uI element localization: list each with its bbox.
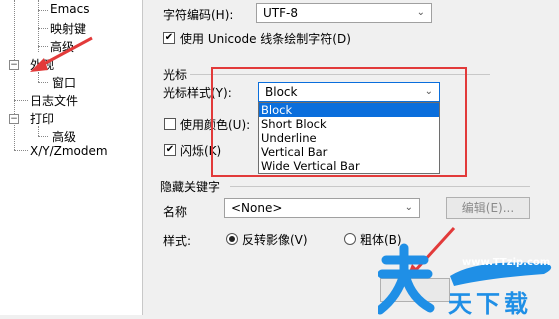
reverse-video-label: 反转影像(V) xyxy=(242,233,308,247)
dropdown-option-vertical-bar[interactable]: Vertical Bar xyxy=(259,145,439,159)
cursor-style-select[interactable]: Block ⌄ xyxy=(258,82,440,102)
tree-guide-line xyxy=(38,126,39,136)
use-color-checkbox[interactable] xyxy=(164,118,176,130)
dropdown-option-short-block[interactable]: Short Block xyxy=(259,117,439,131)
watermark: www.TTzip.com 天下载 xyxy=(378,238,559,318)
settings-tree: Emacs 映射键 高级 − 外观 窗口 日志文件 − 打印 高级 X/Y/Zm… xyxy=(0,0,143,315)
keyword-name-select[interactable]: <None> ⌄ xyxy=(224,198,420,218)
tree-guide-line xyxy=(38,136,48,137)
chevron-down-icon: ⌄ xyxy=(424,86,433,97)
annotation-arrow-icon xyxy=(30,36,93,72)
dropdown-option-underline[interactable]: Underline xyxy=(259,131,439,145)
watermark-text: 天下载 xyxy=(448,290,532,318)
hide-keyword-title: 隐藏关键字 xyxy=(160,180,221,194)
edit-button[interactable]: 编辑(E)... xyxy=(446,197,530,219)
encoding-select[interactable]: UTF-8 ⌄ xyxy=(256,3,432,23)
use-color-label: 使用颜色(U): xyxy=(180,118,251,132)
chevron-down-icon: ⌄ xyxy=(416,7,425,18)
encoding-label: 字符编码(H): xyxy=(163,8,234,22)
group-divider xyxy=(230,186,530,187)
dropdown-option-block[interactable]: Block xyxy=(259,103,439,117)
tree-item-xyzmodem[interactable]: X/Y/Zmodem xyxy=(30,144,108,158)
blink-label: 闪烁(K) xyxy=(180,144,222,158)
reverse-video-radio[interactable] xyxy=(226,233,238,245)
tree-item-log-file[interactable]: 日志文件 xyxy=(30,92,78,109)
tree-item-print[interactable]: 打印 xyxy=(30,110,54,127)
collapse-icon[interactable]: − xyxy=(9,114,19,124)
cursor-style-dropdown[interactable]: Block Short Block Underline Vertical Bar… xyxy=(258,102,440,174)
keyword-name-value: <None> xyxy=(231,201,283,215)
bold-radio[interactable] xyxy=(344,233,356,245)
group-divider xyxy=(190,74,490,75)
tree-item-print-advanced[interactable]: 高级 xyxy=(52,128,76,145)
chevron-down-icon: ⌄ xyxy=(404,202,413,213)
cursor-style-label: 光标样式(Y): xyxy=(163,86,232,100)
keyword-name-label: 名称 xyxy=(163,205,188,219)
encoding-value: UTF-8 xyxy=(263,6,298,20)
unicode-line-checkbox[interactable]: ✔ xyxy=(163,32,175,44)
blink-checkbox[interactable]: ✔ xyxy=(164,144,176,156)
keyword-style-label: 样式: xyxy=(163,234,192,248)
unicode-line-label: 使用 Unicode 线条绘制字符(D) xyxy=(180,32,351,46)
cursor-group-title: 光标 xyxy=(163,68,188,82)
watermark-url: www.TTzip.com xyxy=(462,257,551,268)
cursor-style-value: Block xyxy=(265,85,298,99)
tree-guide-line xyxy=(14,150,28,151)
tree-guide-line xyxy=(14,100,28,101)
dropdown-option-wide-vertical-bar[interactable]: Wide Vertical Bar xyxy=(259,159,439,173)
